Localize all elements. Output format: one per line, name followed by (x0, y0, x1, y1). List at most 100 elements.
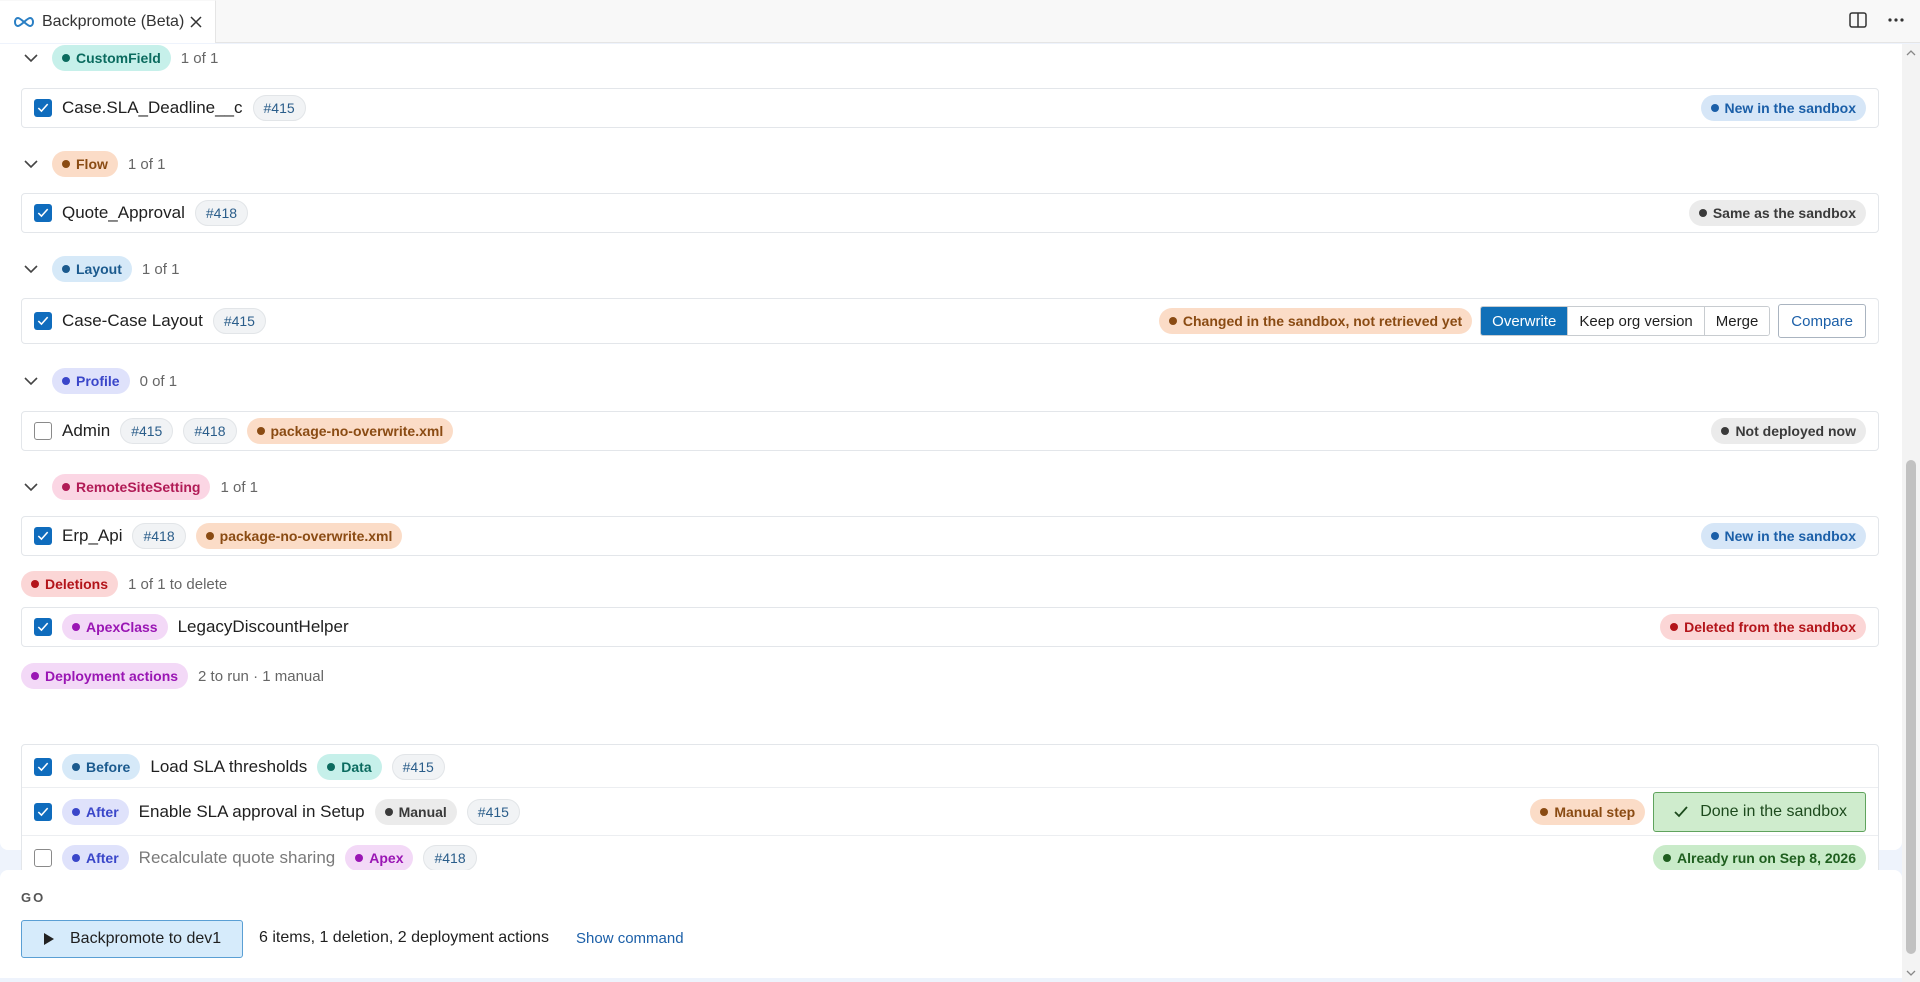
item-row-legacy: ApexClass LegacyDiscountHelper Deleted f… (21, 607, 1879, 647)
action-name: Enable SLA approval in Setup (138, 801, 365, 821)
group-count: 1 of 1 (180, 49, 219, 67)
go-summary: 6 items, 1 deletion, 2 deployment action… (259, 929, 549, 946)
keep-org-version-button[interactable]: Keep org version (1567, 307, 1704, 335)
editor-tab[interactable]: Backpromote (Beta) (0, 0, 216, 43)
pr-badge[interactable]: #415 (466, 798, 520, 825)
pr-badge[interactable]: #418 (132, 523, 186, 549)
status-badge: New in the sandbox (1700, 95, 1866, 121)
type-badge: Profile (52, 368, 130, 394)
item-name: Admin (62, 421, 111, 440)
type-badge: ApexClass (62, 614, 168, 640)
pr-badge[interactable]: #418 (423, 844, 477, 871)
group-header-profile[interactable]: Profile 0 of 1 (20, 367, 177, 395)
group-header-layout[interactable]: Layout 1 of 1 (20, 255, 179, 283)
chevron-down-icon[interactable] (20, 153, 42, 175)
action-checkbox[interactable] (34, 758, 52, 776)
action-checkbox[interactable] (34, 848, 52, 867)
manual-step-badge: Manual step (1530, 798, 1646, 825)
item-name: Case.SLA_Deadline__c (62, 98, 243, 117)
item-name: LegacyDiscountHelper (177, 617, 349, 636)
item-checkbox[interactable] (34, 204, 52, 222)
main-content: CustomField 1 of 1 Case.SLA_Deadline__c … (0, 44, 1902, 877)
item-name: Quote_Approval (62, 203, 185, 222)
status-badge: Changed in the sandbox, not retrieved ye… (1158, 308, 1473, 334)
group-header-deletions: Deletions 1 of 1 to delete (21, 570, 227, 598)
status-badge: Deleted from the sandbox (1660, 614, 1866, 640)
group-count: 1 of 1 (141, 260, 180, 278)
item-row-erp: Erp_Api #418 package-no-overwrite.xml Ne… (21, 516, 1879, 556)
group-count: 0 of 1 (139, 372, 178, 390)
item-name: Case-Case Layout (62, 311, 203, 330)
chevron-down-icon[interactable] (20, 47, 42, 69)
item-row-admin: Admin #415 #418 package-no-overwrite.xml… (21, 411, 1879, 451)
scroll-up-icon[interactable] (1906, 48, 1916, 58)
type-badge: Layout (52, 256, 132, 282)
check-icon (1674, 805, 1688, 817)
item-checkbox[interactable] (34, 618, 52, 636)
backpromote-button[interactable]: Backpromote to dev1 (21, 920, 243, 958)
close-icon[interactable] (187, 13, 205, 31)
pr-badge[interactable]: #418 (183, 418, 237, 444)
done-in-sandbox-button[interactable]: Done in the sandbox (1653, 791, 1866, 832)
overwrite-button[interactable]: Overwrite (1481, 307, 1568, 335)
package-tag: package-no-overwrite.xml (195, 523, 403, 549)
pr-badge[interactable]: #415 (391, 754, 445, 780)
pr-badge[interactable]: #418 (194, 200, 249, 226)
package-tag: package-no-overwrite.xml (246, 418, 454, 444)
item-row-sla: Case.SLA_Deadline__c #415 New in the san… (21, 88, 1879, 128)
action-row: Before Load SLA thresholds Data #415 (22, 745, 1878, 789)
item-row-quote: Quote_Approval #418 Same as the sandbox (21, 193, 1879, 233)
item-checkbox[interactable] (34, 422, 52, 440)
phase-badge: After (62, 844, 129, 871)
phase-badge: Before (62, 754, 141, 780)
item-checkbox[interactable] (34, 99, 52, 117)
action-row: After Enable SLA approval in Setup Manua… (22, 787, 1878, 835)
status-badge: New in the sandbox (1700, 523, 1866, 549)
chevron-down-icon[interactable] (20, 476, 42, 498)
type-badge: RemoteSiteSetting (52, 474, 211, 500)
action-name: Recalculate quote sharing (138, 847, 336, 867)
group-header-flow[interactable]: Flow 1 of 1 (20, 150, 165, 178)
type-badge: CustomField (52, 45, 171, 71)
conflict-resolution-group: Overwrite Keep org version Merge (1480, 306, 1771, 336)
group-count: 1 of 1 (220, 478, 258, 496)
item-checkbox[interactable] (34, 312, 52, 330)
deployment-actions-list: Before Load SLA thresholds Data #415 Aft… (21, 744, 1879, 877)
group-header-remotesitesetting[interactable]: RemoteSiteSetting 1 of 1 (20, 473, 258, 501)
tab-bar: Backpromote (Beta) (0, 0, 1920, 43)
pr-badge[interactable]: #415 (212, 308, 266, 334)
kind-badge: Data (317, 754, 382, 780)
deletions-badge: Deletions (21, 571, 119, 597)
tab-title: Backpromote (Beta) (42, 13, 185, 30)
group-count: 2 to run · 1 manual (198, 667, 324, 685)
kind-badge: Manual (374, 798, 457, 825)
action-name: Load SLA thresholds (150, 757, 308, 776)
action-checkbox[interactable] (34, 802, 52, 821)
go-section: GO Backpromote to dev1 6 items, 1 deleti… (0, 870, 1902, 978)
group-count: 1 of 1 to delete (128, 575, 228, 593)
item-checkbox[interactable] (34, 527, 52, 545)
status-badge: Not deployed now (1711, 418, 1866, 444)
scroll-down-icon[interactable] (1906, 968, 1916, 978)
pr-badge[interactable]: #415 (120, 418, 174, 444)
show-command-link[interactable]: Show command (576, 930, 684, 947)
merge-button[interactable]: Merge (1703, 307, 1770, 335)
kind-badge: Apex (345, 844, 414, 871)
scrollbar[interactable] (1902, 44, 1920, 982)
chevron-down-icon[interactable] (20, 258, 42, 280)
scroll-thumb[interactable] (1906, 460, 1916, 954)
compare-button[interactable]: Compare (1778, 304, 1866, 338)
chevron-down-icon[interactable] (20, 370, 42, 392)
type-badge: Flow (52, 151, 118, 177)
group-header-customfield[interactable]: CustomField 1 of 1 (20, 44, 218, 72)
group-count: 1 of 1 (127, 155, 166, 173)
split-editor-icon[interactable] (1848, 10, 1868, 30)
phase-badge: After (62, 798, 129, 825)
status-badge: Already run on Sep 8, 2026 (1653, 844, 1866, 871)
item-name: Erp_Api (62, 526, 123, 545)
play-icon (44, 933, 54, 945)
item-row-caselayout: Case-Case Layout #415 Changed in the san… (21, 298, 1879, 344)
more-actions-icon[interactable] (1886, 10, 1906, 30)
pr-badge[interactable]: #415 (252, 95, 306, 121)
group-header-deployment-actions: Deployment actions 2 to run · 1 manual (21, 662, 324, 690)
